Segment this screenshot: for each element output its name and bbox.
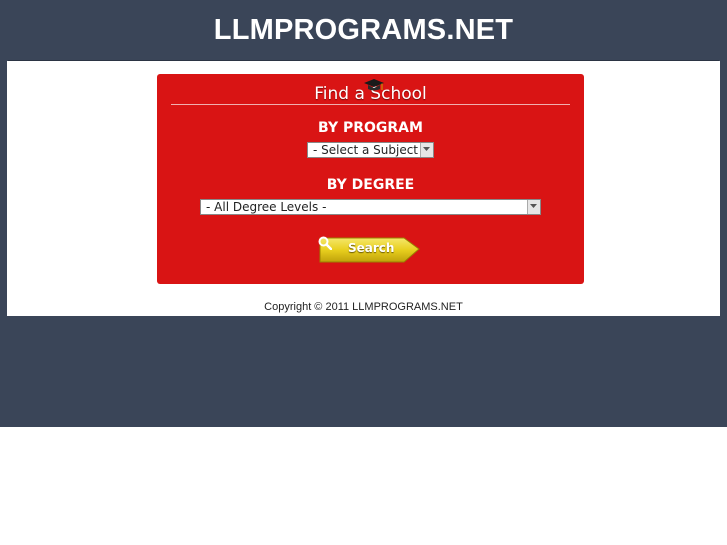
site-header: LLMPROGRAMS.NET	[8, 0, 719, 61]
degree-select-value: - All Degree Levels -	[206, 200, 327, 214]
copyright-text: Copyright © 2011 LLMPROGRAMS.NET	[264, 301, 463, 313]
main-content: Find a School BY PROGRAM - Select a Subj…	[7, 61, 720, 316]
search-icon	[318, 236, 332, 250]
search-button[interactable]: Search	[318, 236, 422, 264]
subject-select-value: - Select a Subject -	[313, 143, 427, 157]
chevron-down-icon	[423, 147, 430, 151]
by-program-label: BY PROGRAM	[318, 120, 423, 136]
degree-select-arrow[interactable]	[527, 200, 540, 214]
degree-select[interactable]: - All Degree Levels -	[200, 199, 541, 215]
subject-select[interactable]: - Select a Subject -	[307, 142, 434, 158]
subject-select-arrow[interactable]	[420, 143, 433, 157]
by-degree-label: BY DEGREE	[326, 177, 415, 193]
site-title: LLMPROGRAMS.NET	[213, 14, 514, 46]
chevron-down-icon	[530, 204, 537, 208]
find-school-box: Find a School BY PROGRAM - Select a Subj…	[157, 74, 584, 284]
title-divider	[171, 104, 570, 105]
search-button-label: Search	[348, 241, 395, 255]
graduation-cap-icon	[364, 79, 384, 91]
